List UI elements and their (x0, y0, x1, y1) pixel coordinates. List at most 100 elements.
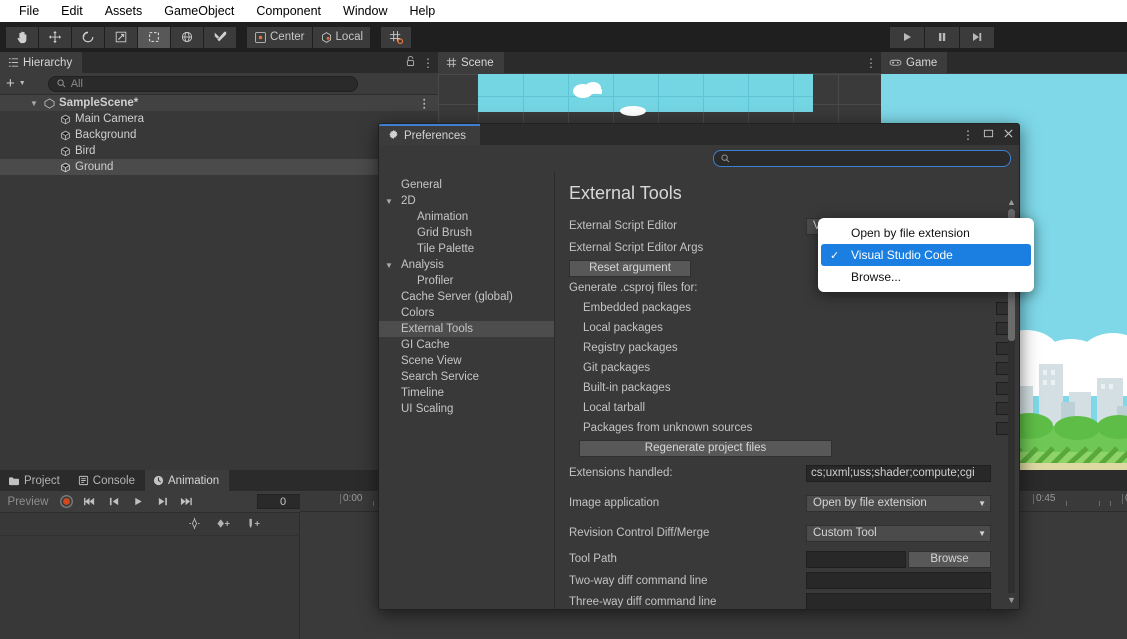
sidebar-item-cache-server[interactable]: Cache Server (global) (379, 289, 554, 305)
sidebar-item-profiler[interactable]: Profiler (379, 273, 554, 289)
tab-console[interactable]: Console (70, 470, 145, 491)
page-title: External Tools (569, 183, 682, 203)
dropdown-option-browse[interactable]: Browse... (821, 266, 1031, 288)
play-button[interactable] (890, 26, 924, 48)
two-way-diff-input[interactable] (806, 572, 991, 589)
image-application-dropdown[interactable]: Open by file extension ▼ (806, 494, 991, 512)
sidebar-item-analysis[interactable]: ▼ Analysis (379, 257, 554, 273)
dropdown-option-open-by-file-extension[interactable]: Open by file extension (821, 222, 1031, 244)
add-keyframe-icon[interactable] (188, 517, 201, 533)
add-event-icon[interactable] (246, 517, 262, 533)
kebab-menu-icon[interactable]: ⋮ (865, 56, 877, 70)
move-tool-icon[interactable] (39, 26, 71, 48)
sidebar-item-external-tools[interactable]: External Tools (379, 321, 554, 337)
scroll-down-arrow-icon[interactable]: ▼ (1007, 595, 1016, 605)
custom-editor-tool-icon[interactable] (204, 26, 236, 48)
kebab-menu-icon[interactable]: ⋮ (962, 128, 974, 142)
sidebar-item-tile-palette[interactable]: Tile Palette (379, 241, 554, 257)
lock-icon[interactable] (405, 55, 416, 70)
sidebar-item-general[interactable]: General (379, 177, 554, 193)
record-icon[interactable] (55, 493, 77, 511)
tool-path-input[interactable] (806, 550, 906, 568)
menu-item-file[interactable]: File (8, 0, 50, 22)
menu-item-help[interactable]: Help (398, 0, 446, 22)
hierarchy-item-background[interactable]: Background (0, 127, 438, 143)
tab-hierarchy[interactable]: Hierarchy (0, 52, 83, 73)
add-object-button[interactable]: + (6, 76, 15, 91)
sidebar-item-timeline[interactable]: Timeline (379, 385, 554, 401)
extensions-handled-input[interactable]: cs;uxml;uss;shader;compute;cgi (806, 464, 991, 482)
three-way-diff-input[interactable] (806, 593, 991, 609)
last-frame-button[interactable] (175, 493, 197, 511)
hierarchy-item-bird[interactable]: Bird (0, 143, 438, 159)
menu-item-assets[interactable]: Assets (94, 0, 154, 22)
kebab-menu-icon[interactable]: ⋮ (422, 56, 434, 70)
expand-arrow-icon[interactable]: ▼ (385, 261, 393, 270)
tab-project[interactable]: Project (0, 470, 70, 491)
pause-button[interactable] (925, 26, 959, 48)
handle-space-button[interactable]: Local (312, 26, 371, 48)
reset-argument-button[interactable]: Reset argument (569, 259, 691, 277)
scene-kebab-icon[interactable]: ⋮ (419, 96, 431, 110)
preferences-window-controls: ⋮ (962, 124, 1014, 145)
expand-arrow-icon[interactable]: ▼ (385, 197, 393, 206)
row-regenerate: Regenerate project files (555, 438, 1003, 458)
play-animation-button[interactable] (127, 493, 149, 511)
row-local-tarball: Local tarball (555, 398, 1009, 418)
hierarchy-scene-row[interactable]: ▼ SampleScene* ⋮ (0, 95, 438, 111)
add-property-icon[interactable] (215, 517, 232, 533)
add-dropdown-arrow-icon[interactable]: ▼ (19, 80, 26, 87)
row-embedded-packages: Embedded packages (555, 298, 1009, 318)
preferences-sidebar: General ▼ 2D Animation Grid Brush Tile P… (379, 171, 555, 609)
hierarchy-search-input[interactable]: All (47, 75, 358, 92)
previous-frame-button[interactable] (103, 493, 125, 511)
tab-preferences[interactable]: Preferences (379, 124, 481, 145)
preview-toggle[interactable]: Preview (3, 493, 53, 511)
sidebar-item-ui-scaling[interactable]: UI Scaling (379, 401, 554, 417)
tab-hierarchy-label: Hierarchy (23, 56, 73, 69)
dropdown-option-visual-studio-code[interactable]: ✓ Visual Studio Code (821, 244, 1031, 266)
hierarchy-item-label: Ground (75, 161, 114, 173)
sidebar-item-colors[interactable]: Colors (379, 305, 554, 321)
rotate-tool-icon[interactable] (72, 26, 104, 48)
tool-path-browse-button[interactable]: Browse (908, 550, 991, 568)
close-icon[interactable] (1003, 128, 1014, 142)
menu-item-gameobject[interactable]: GameObject (153, 0, 245, 22)
sidebar-item-scene-view[interactable]: Scene View (379, 353, 554, 369)
generate-csproj-label: Generate .csproj files for: (569, 282, 698, 294)
grid-snapping-icon[interactable] (381, 26, 412, 48)
play-controls (890, 22, 995, 52)
sidebar-item-animation[interactable]: Animation (379, 209, 554, 225)
preferences-search-input[interactable] (713, 149, 1011, 167)
sidebar-item-grid-brush[interactable]: Grid Brush (379, 225, 554, 241)
maximize-icon[interactable] (983, 128, 994, 142)
tab-game[interactable]: Game (881, 52, 948, 73)
sidebar-item-2d[interactable]: ▼ 2D (379, 193, 554, 209)
rect-tool-icon[interactable] (138, 26, 170, 48)
scroll-up-arrow-icon[interactable]: ▲ (1007, 197, 1016, 207)
sidebar-item-gi-cache[interactable]: GI Cache (379, 337, 554, 353)
external-script-editor-dropdown-menu[interactable]: Open by file extension ✓ Visual Studio C… (818, 218, 1034, 292)
row-tool-path: Tool Path Browse (555, 548, 1003, 570)
image-application-value: Open by file extension (813, 497, 927, 509)
regenerate-project-files-button[interactable]: Regenerate project files (579, 439, 832, 457)
hand-tool-icon[interactable] (6, 26, 38, 48)
pivot-mode-button[interactable]: Center (247, 26, 312, 48)
tab-animation[interactable]: Animation (145, 470, 230, 491)
step-button[interactable] (960, 26, 994, 48)
revision-control-dropdown[interactable]: Custom Tool ▼ (806, 524, 991, 542)
scale-tool-icon[interactable] (105, 26, 137, 48)
menu-item-component[interactable]: Component (245, 0, 332, 22)
hierarchy-item-ground[interactable]: Ground (0, 159, 438, 175)
hierarchy-item-main-camera[interactable]: Main Camera (0, 111, 438, 127)
first-frame-button[interactable] (79, 493, 101, 511)
tab-scene[interactable]: Scene (438, 52, 504, 73)
sidebar-item-search-service[interactable]: Search Service (379, 369, 554, 385)
menu-item-window[interactable]: Window (332, 0, 398, 22)
next-frame-button[interactable] (151, 493, 173, 511)
menu-item-edit[interactable]: Edit (50, 0, 94, 22)
browse-label: Browse (930, 553, 969, 565)
hierarchy-tabstrip: Hierarchy ⋮ (0, 52, 438, 73)
transform-tool-icon[interactable] (171, 26, 203, 48)
scene-expand-arrow-icon[interactable]: ▼ (30, 99, 42, 108)
